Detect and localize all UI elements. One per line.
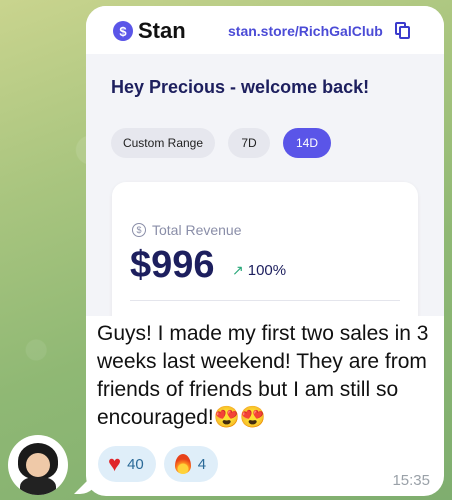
trend-up-icon: ↗ — [232, 262, 244, 278]
reactions-row: ♥ 40 4 — [98, 446, 219, 482]
store-url-link[interactable]: stan.store/RichGalClub — [228, 23, 383, 39]
sender-avatar[interactable] — [8, 435, 68, 495]
range-14d-button[interactable]: 14D — [283, 128, 331, 158]
card-divider — [130, 300, 400, 301]
stan-logo-icon: $ — [113, 21, 133, 41]
avatar-face — [26, 453, 50, 477]
reaction-fire[interactable]: 4 — [163, 446, 219, 482]
dollar-circle-icon: $ — [132, 223, 146, 237]
attached-screenshot[interactable]: $ Stan stan.store/RichGalClub Hey Precio… — [86, 6, 444, 316]
message-timestamp: 15:35 — [392, 472, 430, 489]
message-text: Guys! I made my first two sales in 3 wee… — [97, 322, 429, 429]
range-custom-button[interactable]: Custom Range — [111, 128, 215, 158]
heart-icon: ♥ — [108, 451, 122, 476]
range-7d-button[interactable]: 7D — [228, 128, 270, 158]
avatar-body — [20, 477, 56, 495]
revenue-card: $ Total Revenue $996 ↗ 100% — [112, 182, 418, 316]
revenue-change-value: 100% — [247, 262, 287, 279]
revenue-change: ↗ 100% — [232, 262, 286, 279]
reaction-heart-count: 40 — [127, 455, 144, 473]
copy-icon[interactable] — [395, 22, 411, 40]
store-header: $ Stan stan.store/RichGalClub — [86, 6, 444, 54]
welcome-heading: Hey Precious - welcome back! — [111, 77, 370, 97]
date-range-selector: Custom Range 7D 14D — [111, 128, 331, 158]
message-bubble[interactable]: $ Stan stan.store/RichGalClub Hey Precio… — [86, 6, 444, 496]
revenue-label: Total Revenue — [152, 222, 242, 238]
brand-name: Stan — [138, 18, 186, 43]
revenue-value: $996 — [130, 244, 215, 286]
revenue-label-row: $ Total Revenue — [132, 222, 242, 238]
reaction-fire-count: 4 — [197, 455, 207, 473]
reaction-heart[interactable]: ♥ 40 — [98, 446, 156, 482]
fire-icon — [174, 452, 192, 476]
